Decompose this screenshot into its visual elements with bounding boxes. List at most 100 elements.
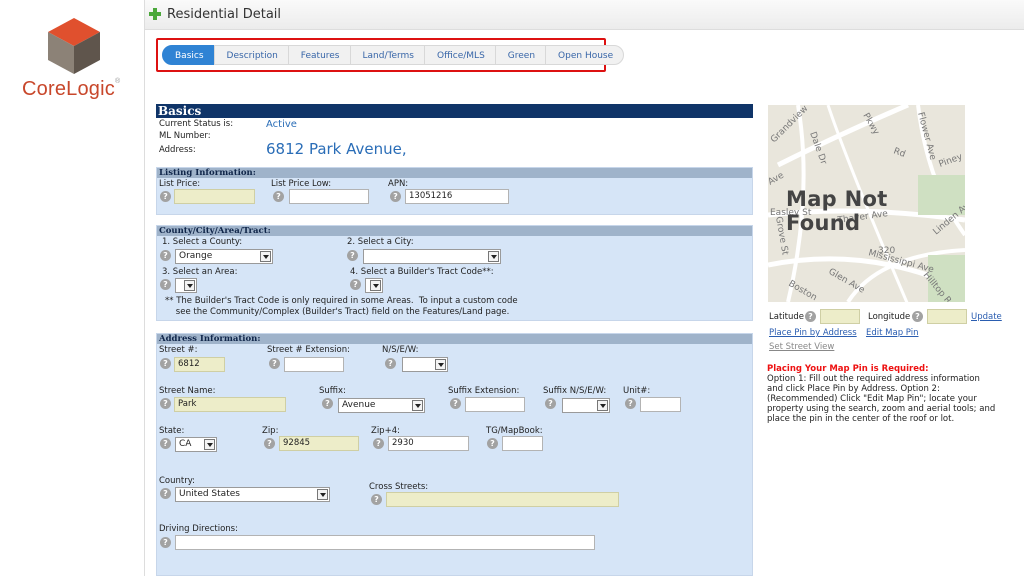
- suffix-nsew-label: Suffix N/S/E/W:: [543, 386, 607, 396]
- longitude-input[interactable]: [927, 309, 967, 324]
- suffix-select[interactable]: Avenue: [338, 398, 425, 413]
- street-extension-label: Street # Extension:: [267, 345, 350, 355]
- tab-open-house[interactable]: Open House: [545, 45, 625, 65]
- help-icon[interactable]: ?: [347, 250, 358, 261]
- chevron-down-icon: [597, 400, 608, 411]
- help-icon[interactable]: ?: [160, 488, 171, 499]
- help-icon[interactable]: ?: [385, 358, 396, 369]
- brand-name: CoreLogic®: [22, 78, 121, 100]
- ml-number-label: ML Number:: [159, 131, 211, 141]
- country-select[interactable]: United States: [175, 487, 330, 502]
- tab-bar-highlight: Basics Description Features Land/Terms O…: [156, 38, 625, 72]
- help-icon[interactable]: ?: [160, 438, 171, 449]
- tab-green[interactable]: Green: [494, 45, 547, 65]
- chevron-down-icon: [204, 439, 215, 450]
- tract-code-note: ** The Builder's Tract Code is only requ…: [165, 296, 518, 317]
- help-icon[interactable]: ?: [371, 494, 382, 505]
- help-icon[interactable]: ?: [322, 398, 333, 409]
- corelogic-logo: CoreLogic®: [14, 16, 134, 106]
- area-select[interactable]: [175, 278, 197, 293]
- street-number-input[interactable]: 6812: [174, 357, 225, 372]
- apn-input[interactable]: 13051216: [405, 189, 509, 204]
- panel-title: Residential Detail: [167, 7, 282, 22]
- zip4-label: Zip+4:: [371, 426, 400, 436]
- address-label: Address:: [159, 145, 196, 155]
- suffix-label: Suffix:: [319, 386, 346, 396]
- help-icon[interactable]: ?: [160, 250, 171, 261]
- help-icon[interactable]: ?: [625, 398, 636, 409]
- state-label: State:: [159, 426, 185, 436]
- tab-land-terms[interactable]: Land/Terms: [349, 45, 425, 65]
- help-icon[interactable]: ?: [269, 358, 280, 369]
- zip-input[interactable]: 92845: [279, 436, 359, 451]
- set-street-view-link[interactable]: Set Street View: [769, 342, 834, 352]
- help-icon[interactable]: ?: [487, 438, 498, 449]
- tab-office-mls[interactable]: Office/MLS: [423, 45, 496, 65]
- help-icon[interactable]: ?: [390, 191, 401, 202]
- plus-icon[interactable]: [149, 8, 161, 20]
- latitude-input[interactable]: [820, 309, 860, 324]
- list-price-input[interactable]: [174, 189, 255, 204]
- tract-select[interactable]: [365, 278, 383, 293]
- map-pin-required-warning: Placing Your Map Pin is Required:: [767, 364, 929, 374]
- driving-directions-input[interactable]: [175, 535, 595, 550]
- chevron-down-icon: [488, 251, 499, 262]
- city-select[interactable]: [363, 249, 501, 264]
- edit-map-pin-link[interactable]: Edit Map Pin: [866, 328, 919, 338]
- help-icon[interactable]: ?: [160, 191, 171, 202]
- tg-mapbook-input[interactable]: [502, 436, 543, 451]
- chevron-down-icon: [435, 359, 446, 370]
- nsew-select[interactable]: [402, 357, 448, 372]
- help-icon[interactable]: ?: [160, 537, 171, 548]
- listing-information-section: Listing Information: List Price: ? List …: [156, 167, 753, 215]
- place-pin-by-address-link[interactable]: Place Pin by Address: [769, 328, 857, 338]
- driving-directions-label: Driving Directions:: [159, 524, 238, 534]
- map-pin-instructions: Option 1: Fill out the required address …: [767, 374, 996, 424]
- chevron-down-icon: [412, 400, 423, 411]
- select-city-label: 2. Select a City:: [347, 237, 414, 247]
- help-icon[interactable]: ?: [160, 358, 171, 369]
- suffix-nsew-select[interactable]: [562, 398, 610, 413]
- longitude-label: Longitude: [868, 312, 911, 322]
- help-icon[interactable]: ?: [450, 398, 461, 409]
- street-name-input[interactable]: Park: [174, 397, 286, 412]
- suffix-extension-input[interactable]: [465, 397, 525, 412]
- tab-basics[interactable]: Basics: [162, 45, 215, 65]
- help-icon[interactable]: ?: [273, 191, 284, 202]
- residential-detail-panel: Residential Detail Basics Description Fe…: [144, 0, 1024, 576]
- help-icon[interactable]: ?: [805, 311, 816, 322]
- county-city-area-tract-section: County/City/Area/Tract: 1. Select a Coun…: [156, 225, 753, 321]
- listing-information-header: Listing Information:: [157, 168, 752, 178]
- address-value: 6812 Park Avenue,: [266, 140, 407, 158]
- help-icon[interactable]: ?: [912, 311, 923, 322]
- list-price-low-input[interactable]: [289, 189, 369, 204]
- tab-features[interactable]: Features: [287, 45, 351, 65]
- tg-mapbook-label: TG/MapBook:: [486, 426, 543, 436]
- state-select[interactable]: CA: [175, 437, 217, 452]
- unit-input[interactable]: [640, 397, 681, 412]
- tab-description[interactable]: Description: [213, 45, 289, 65]
- help-icon[interactable]: ?: [545, 398, 556, 409]
- chevron-down-icon: [184, 280, 195, 291]
- help-icon[interactable]: ?: [264, 438, 275, 449]
- help-icon[interactable]: ?: [160, 279, 171, 290]
- cube-logo-icon: [48, 18, 100, 74]
- section-header-basics: Basics: [156, 104, 753, 118]
- help-icon[interactable]: ?: [160, 398, 171, 409]
- help-icon[interactable]: ?: [373, 438, 384, 449]
- country-label: Country:: [159, 476, 196, 486]
- county-select[interactable]: Orange: [175, 249, 273, 264]
- unit-label: Unit#:: [623, 386, 651, 396]
- map-placeholder[interactable]: Grandview Dale Dr Pkwy Flower Ave Rd Pin…: [768, 105, 965, 302]
- nsew-label: N/S/E/W:: [382, 345, 419, 355]
- chevron-down-icon: [260, 251, 271, 262]
- zip4-input[interactable]: 2930: [388, 436, 469, 451]
- select-area-label: 3. Select an Area:: [162, 267, 238, 277]
- suffix-extension-label: Suffix Extension:: [448, 386, 520, 396]
- street-extension-input[interactable]: [284, 357, 344, 372]
- county-section-header: County/City/Area/Tract:: [157, 226, 752, 236]
- cross-streets-input[interactable]: [386, 492, 619, 507]
- update-link[interactable]: Update: [971, 312, 1002, 322]
- help-icon[interactable]: ?: [350, 279, 361, 290]
- current-status-label: Current Status is:: [159, 119, 234, 129]
